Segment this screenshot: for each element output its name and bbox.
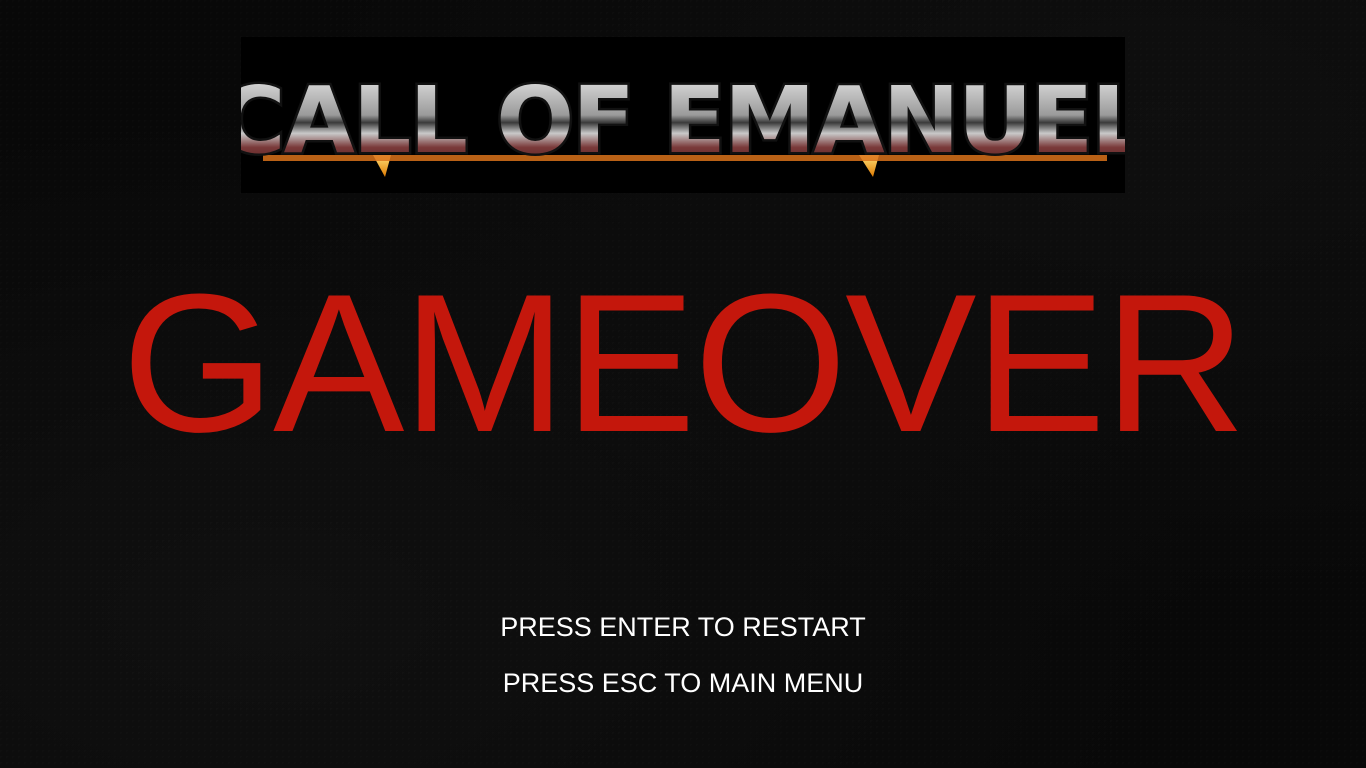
game-logo: CALL OF EMANUEL	[241, 37, 1125, 193]
game-logo-image: CALL OF EMANUEL	[241, 65, 1125, 177]
game-over-screen: CALL OF EMANUEL GAMEOVER PRESS ENTER TO …	[0, 0, 1366, 768]
main-menu-prompt[interactable]: PRESS ESC TO MAIN MENU	[0, 667, 1366, 699]
restart-prompt[interactable]: PRESS ENTER TO RESTART	[0, 611, 1366, 643]
game-over-title: GAMEOVER	[121, 253, 1246, 473]
logo-text: CALL OF EMANUEL	[241, 67, 1125, 174]
